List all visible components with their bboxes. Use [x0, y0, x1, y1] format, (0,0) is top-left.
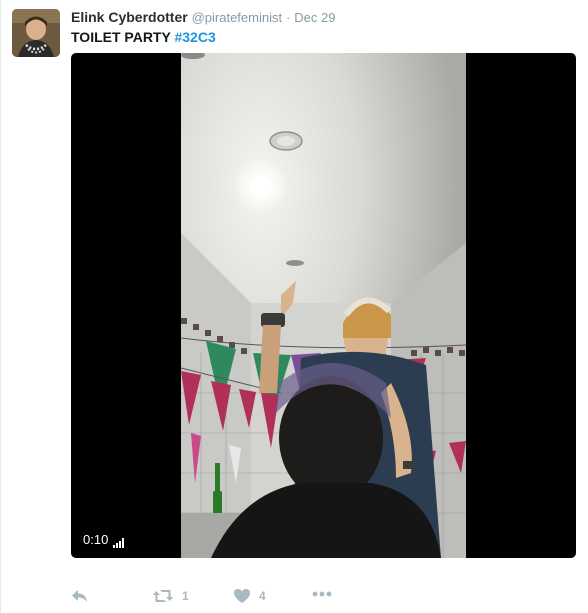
- screen-name[interactable]: @piratefeminist: [192, 10, 283, 25]
- avatar-image: [12, 9, 60, 57]
- tweet-actions: 1 4: [71, 588, 471, 608]
- retweet-button[interactable]: 1: [152, 588, 189, 604]
- video-still: [181, 53, 466, 558]
- more-button[interactable]: [312, 590, 332, 598]
- retweet-count: 1: [182, 589, 189, 603]
- avatar[interactable]: [12, 9, 60, 57]
- like-button[interactable]: 4: [233, 588, 266, 604]
- video-player[interactable]: 0:10: [71, 53, 576, 558]
- timeline-border: [0, 0, 1, 613]
- tweet-header: Elink Cyberdotter @piratefeminist · Dec …: [71, 8, 335, 27]
- tweet: Elink Cyberdotter @piratefeminist · Dec …: [0, 0, 588, 613]
- tweet-text: TOILET PARTY #32C3: [71, 28, 216, 46]
- more-icon: [312, 591, 332, 597]
- separator-dot: ·: [286, 10, 291, 25]
- tweet-text-body: TOILET PARTY: [71, 29, 175, 45]
- hashtag-link[interactable]: #32C3: [174, 29, 215, 45]
- video-frame: [181, 53, 466, 558]
- display-name[interactable]: Elink Cyberdotter: [71, 9, 188, 25]
- tweet-timestamp[interactable]: Dec 29: [294, 10, 335, 25]
- retweet-icon: [153, 590, 173, 602]
- reply-icon: [72, 590, 87, 602]
- signal-bars-icon: [113, 538, 125, 548]
- like-count: 4: [259, 589, 266, 603]
- heart-icon: [234, 589, 250, 603]
- video-timer: 0:10: [83, 532, 125, 548]
- elapsed-time: 0:10: [83, 532, 109, 547]
- reply-button[interactable]: [71, 588, 89, 604]
